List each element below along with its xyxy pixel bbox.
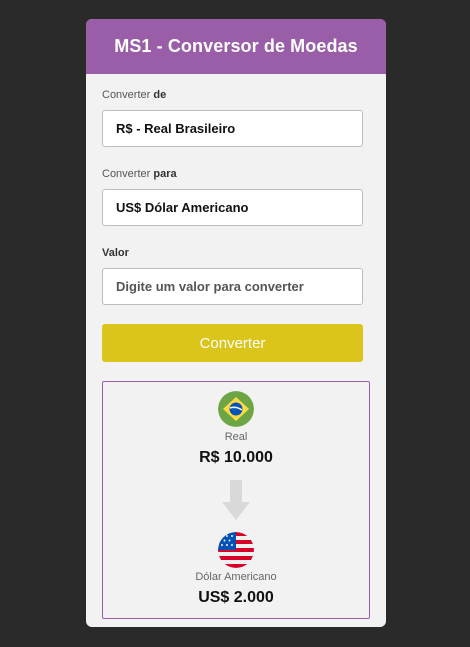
to-currency-name: Dólar Americano — [195, 571, 277, 583]
to-amount: US$ 2.000 — [198, 589, 274, 606]
usa-flag-icon — [218, 532, 254, 568]
to-currency-value: US$ Dólar Americano — [116, 200, 249, 215]
amount-input[interactable] — [102, 268, 363, 305]
amount-label: Valor — [102, 247, 129, 259]
from-currency-name: Real — [224, 431, 248, 443]
from-currency-value: R$ - Real Brasileiro — [116, 121, 236, 136]
app-title: MS1 - Conversor de Moedas — [114, 36, 358, 56]
from-label: Converter de — [102, 89, 167, 101]
convert-button[interactable]: Converter — [102, 324, 363, 362]
result-panel: Real R$ 10.000 Dólar Americano US$ 2.000 — [102, 381, 370, 619]
to-label: Converter para — [102, 168, 177, 180]
converter-form: Converter de R$ - Real Brasileiro Conver… — [86, 74, 386, 619]
from-amount: R$ 10.000 — [199, 449, 273, 466]
to-currency-select[interactable]: US$ Dólar Americano — [102, 189, 363, 226]
app-header: MS1 - Conversor de Moedas — [86, 19, 386, 74]
arrow-down-icon — [222, 480, 250, 522]
from-currency-select[interactable]: R$ - Real Brasileiro — [102, 110, 363, 147]
converter-card: MS1 - Conversor de Moedas Converter de R… — [86, 19, 386, 627]
brazil-flag-icon — [218, 391, 254, 427]
